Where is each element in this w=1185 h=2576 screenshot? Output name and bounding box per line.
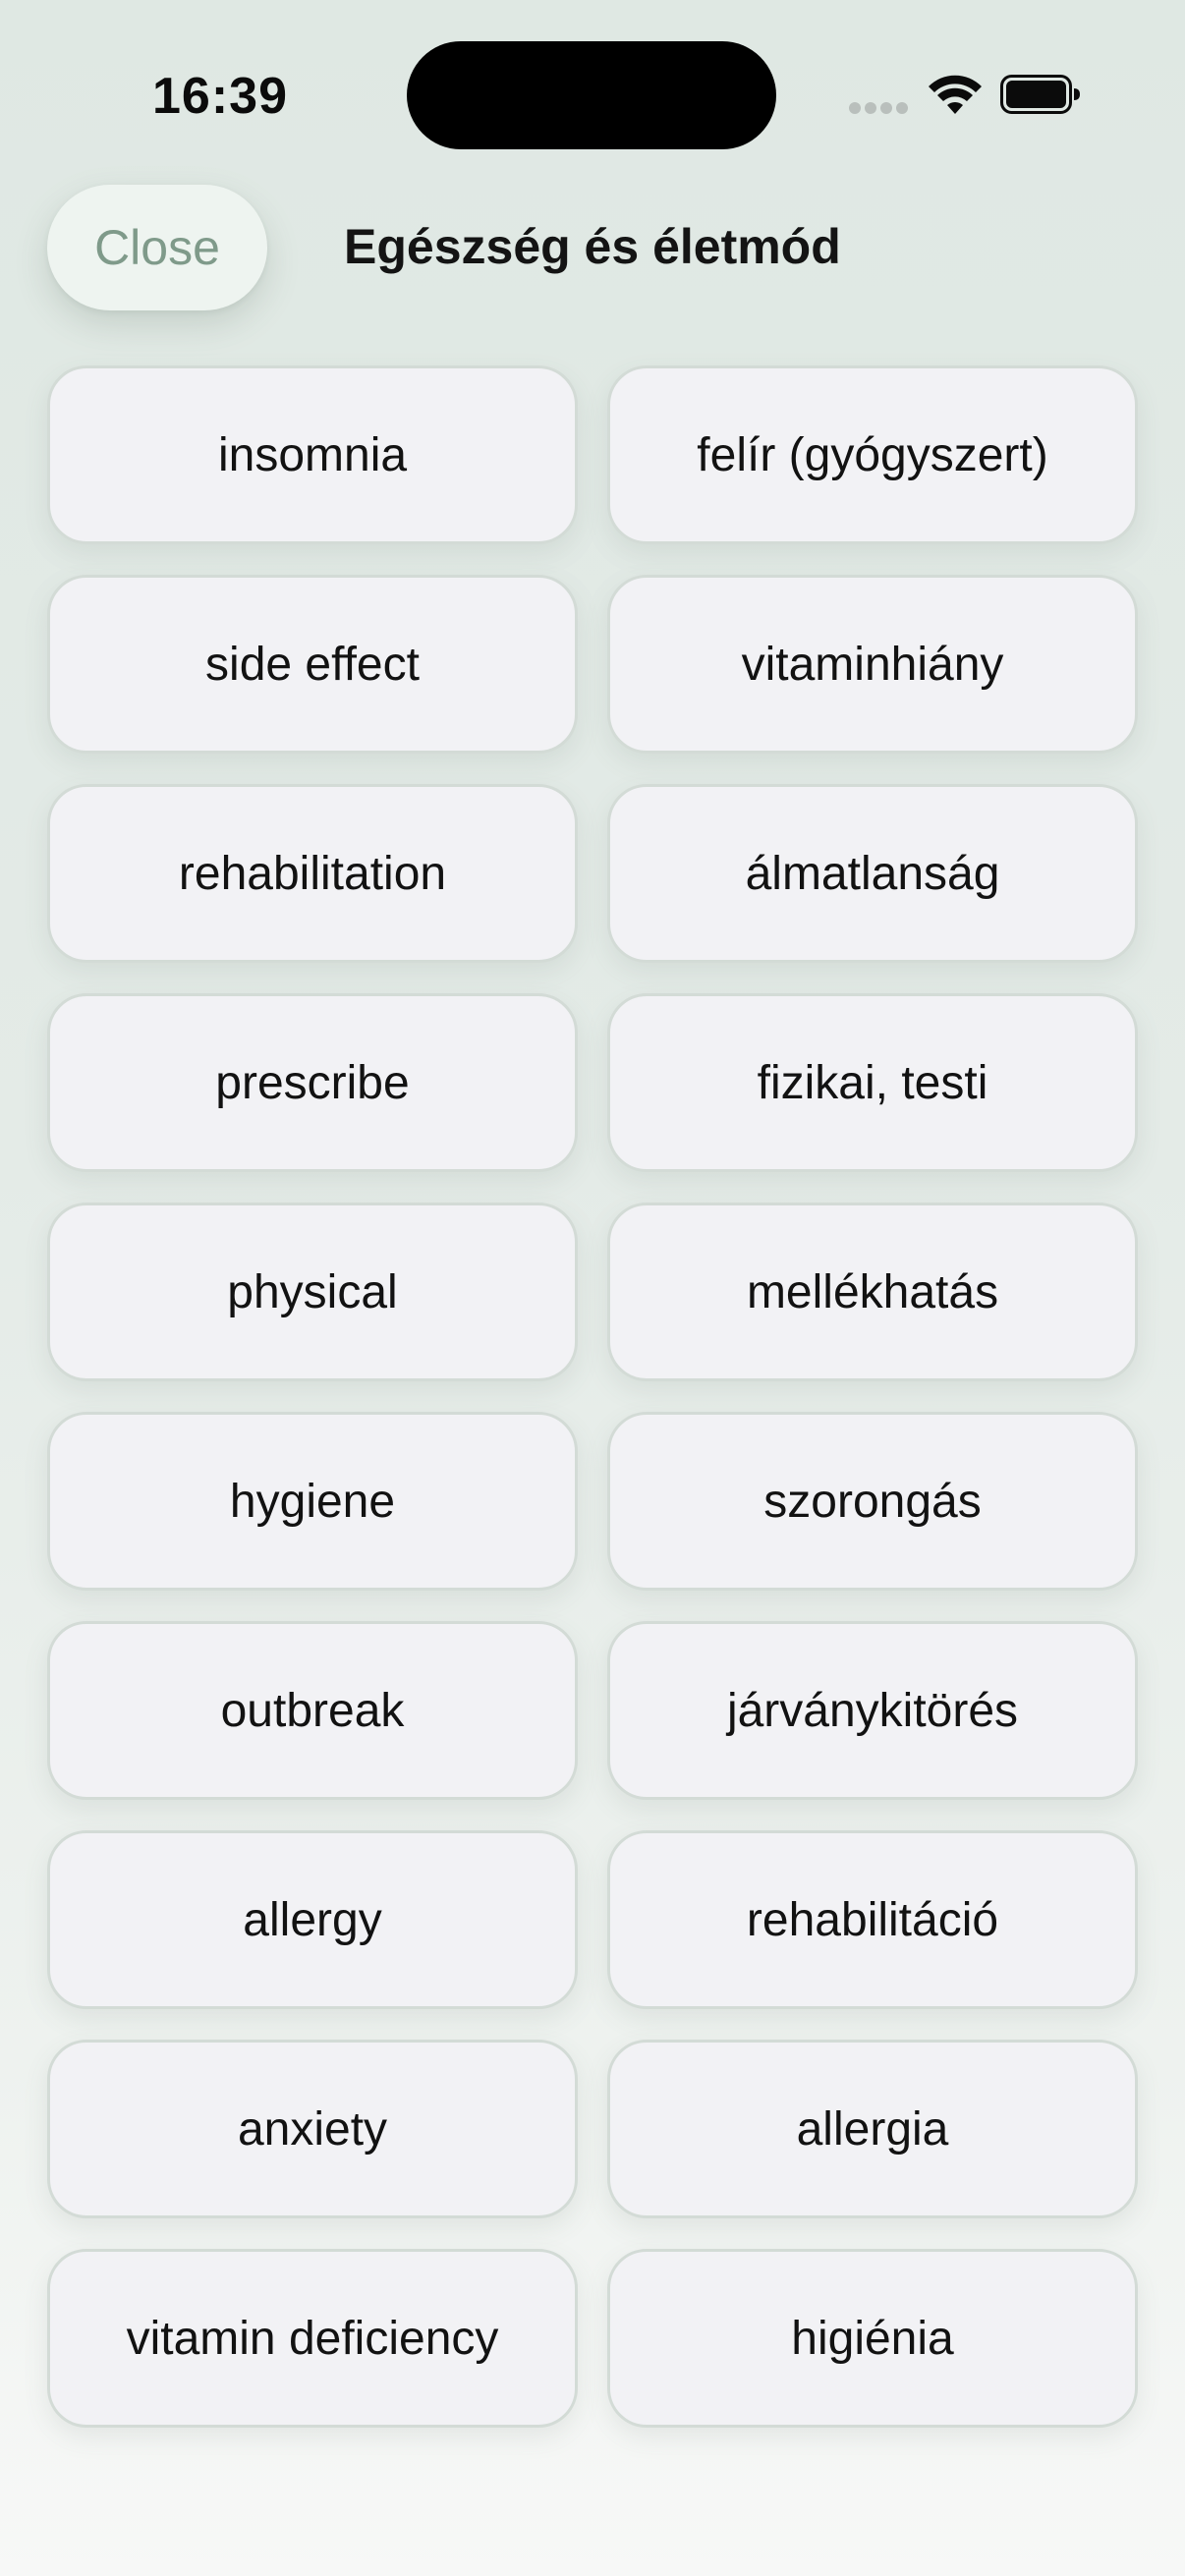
dynamic-island [407,41,776,149]
word-tile[interactable]: outbreak [47,1621,578,1800]
word-tile[interactable]: prescribe [47,993,578,1172]
word-grid: insomnia felír (gyógyszert) side effect … [47,365,1138,2428]
word-tile[interactable]: szorongás [607,1412,1138,1591]
word-tile[interactable]: rehabilitation [47,784,578,963]
status-time: 16:39 [152,68,288,125]
word-tile[interactable]: mellékhatás [607,1203,1138,1381]
word-tile[interactable]: fizikai, testi [607,993,1138,1172]
word-tile[interactable]: vitamin deficiency [47,2249,578,2428]
close-button[interactable]: Close [47,185,267,310]
signal-dots-icon [849,102,908,116]
status-bar: 16:39 [0,0,1185,177]
word-tile[interactable]: insomnia [47,365,578,544]
wifi-icon [929,75,982,114]
word-tile[interactable]: vitaminhiány [607,575,1138,754]
word-tile[interactable]: side effect [47,575,578,754]
word-tile[interactable]: álmatlanság [607,784,1138,963]
word-tile[interactable]: rehabilitáció [607,1830,1138,2009]
word-tile[interactable]: anxiety [47,2040,578,2218]
word-tile[interactable]: allergy [47,1830,578,2009]
word-tile[interactable]: járványkitörés [607,1621,1138,1800]
battery-icon [1000,75,1080,114]
word-tile[interactable]: allergia [607,2040,1138,2218]
page-title: Egészség és életmód [344,219,841,274]
word-tile[interactable]: hygiene [47,1412,578,1591]
word-tile[interactable]: higiénia [607,2249,1138,2428]
word-tile[interactable]: physical [47,1203,578,1381]
word-tile[interactable]: felír (gyógyszert) [607,365,1138,544]
